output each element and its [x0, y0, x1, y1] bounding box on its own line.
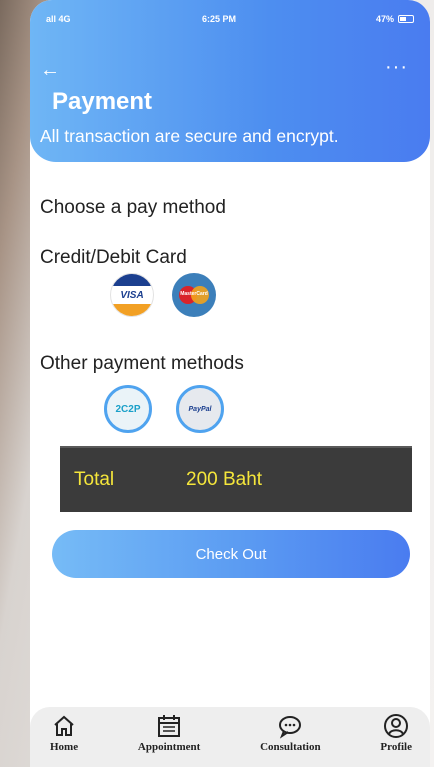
2c2p-icon[interactable]: 2C2P	[104, 385, 152, 433]
mastercard-label: MasterCard	[180, 291, 208, 297]
page-title: Payment	[52, 88, 153, 115]
nav-label-consultation: Consultation	[260, 741, 321, 753]
battery-icon	[398, 15, 414, 23]
payment-header: all 4G 6:25 PM 47% ← ··· Payment All tra…	[30, 0, 430, 162]
choose-pay-method-label: Choose a pay method	[40, 197, 226, 218]
status-bar: all 4G 6:25 PM 47%	[30, 14, 430, 30]
visa-label: VISA	[120, 289, 144, 301]
chat-bubble-icon	[279, 716, 302, 739]
paypal-label: PayPal	[188, 405, 212, 413]
calendar-icon	[158, 715, 181, 737]
total-amount: 200 Baht	[186, 469, 263, 490]
paypal-icon[interactable]: PayPal	[176, 385, 224, 433]
battery-indicator: 47%	[376, 14, 414, 24]
phone-screen: all 4G 6:25 PM 47% ← ··· Payment All tra…	[30, 0, 430, 767]
visa-icon[interactable]: VISA	[110, 273, 154, 317]
user-icon	[384, 714, 409, 738]
checkout-button[interactable]: Check Out	[52, 530, 410, 578]
nav-item-consultation[interactable]: Consultation	[260, 713, 321, 767]
more-dots-icon[interactable]: ···	[385, 57, 408, 77]
nav-item-profile[interactable]: Profile	[380, 713, 412, 767]
page-subtitle: All transaction are secure and encrypt.	[40, 126, 339, 146]
nav-label-profile: Profile	[380, 741, 412, 753]
mastercard-icon[interactable]: MasterCard	[172, 273, 216, 317]
2c2p-label: 2C2P	[115, 403, 141, 415]
total-label: Total	[74, 469, 115, 490]
signal-indicator: all 4G	[46, 14, 71, 24]
nav-item-appointment[interactable]: Appointment	[138, 713, 200, 767]
other-payment-methods-label: Other payment methods	[40, 353, 244, 374]
arrow-left-icon[interactable]: ←	[40, 60, 60, 80]
home-icon	[54, 715, 74, 736]
total-summary: Total 200 Baht	[60, 446, 412, 512]
status-time: 6:25 PM	[202, 14, 237, 24]
nav-label-home: Home	[50, 741, 79, 753]
battery-percent: 47%	[375, 14, 394, 24]
nav-label-appointment: Appointment	[137, 741, 201, 753]
nav-item-home[interactable]: Home	[50, 713, 78, 767]
bottom-nav: Home Appointment Consultation Profile	[30, 707, 430, 767]
credit-debit-card-label: Credit/Debit Card	[40, 247, 187, 268]
